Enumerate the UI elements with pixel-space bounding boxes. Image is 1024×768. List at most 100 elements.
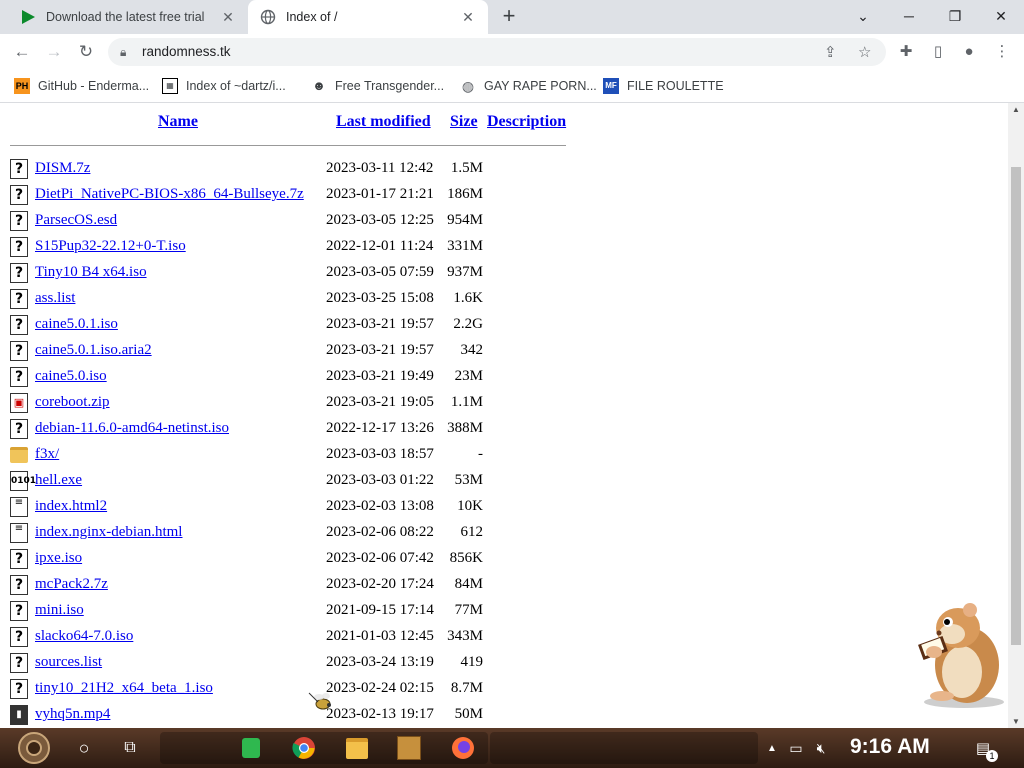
listing-row: ? Tiny10 B4 x64.iso 2023-03-05 07:59 937M — [10, 261, 610, 285]
scrollbar-thumb[interactable] — [1011, 167, 1021, 645]
extensions-icon[interactable]: ✚ — [895, 42, 917, 64]
bookmark-globe[interactable]: ◍ GAY RAPE PORN... — [460, 76, 597, 96]
file-link[interactable]: slacko64-7.0.iso — [35, 628, 133, 645]
firefox-icon[interactable] — [448, 732, 478, 764]
bookmark-github[interactable]: PH GitHub - Enderma... — [14, 76, 149, 96]
play-icon — [22, 10, 35, 24]
restore-button[interactable]: ❐ — [940, 4, 970, 28]
listing-row: ? S15Pup32-22.12+0-T.iso 2022-12-01 11:24 3… — [10, 235, 610, 259]
file-link[interactable]: index.nginx-debian.html — [35, 524, 182, 541]
taskbar-clock[interactable]: 9:16 AM — [850, 735, 930, 759]
file-link[interactable]: mini.iso — [35, 602, 84, 619]
side-panel-icon[interactable]: ▯ — [927, 42, 949, 64]
file-link[interactable]: ParsecOS.esd — [35, 212, 117, 229]
file-link[interactable]: DietPi_NativePC-BIOS-x86_64-Bullseye.7z — [35, 186, 304, 203]
chrome-icon[interactable] — [290, 732, 318, 764]
sticky-notes-icon[interactable] — [238, 732, 264, 764]
file-link[interactable]: DISM.7z — [35, 160, 90, 177]
file-link[interactable]: f3x/ — [35, 446, 59, 463]
reload-icon[interactable]: ↻ — [74, 40, 98, 64]
file-link[interactable]: caine5.0.iso — [35, 368, 107, 385]
listing-row: ? ipxe.iso 2023-02-06 07:42 856K — [10, 547, 610, 571]
unknown-file-icon: ? — [10, 159, 28, 179]
minimize-button[interactable]: ─ — [894, 4, 924, 28]
share-icon[interactable]: ⇪ — [824, 43, 837, 61]
scroll-up-arrow-icon[interactable]: ▲ — [1008, 105, 1024, 114]
taskbar-apps-area — [160, 732, 488, 764]
file-date: 2023-03-25 15:08 — [326, 290, 434, 306]
file-link[interactable]: caine5.0.1.iso — [35, 316, 118, 333]
tab-index[interactable]: Index of / ✕ — [248, 0, 488, 34]
file-date: 2021-09-15 17:14 — [326, 602, 434, 618]
file-explorer-icon[interactable] — [342, 732, 372, 764]
file-link[interactable]: coreboot.zip — [35, 394, 110, 411]
file-date: 2021-01-03 12:45 — [326, 628, 434, 644]
unknown-file-icon: ? — [10, 679, 28, 699]
profile-icon[interactable]: ● — [958, 42, 980, 64]
bookmark-file-roulette[interactable]: MF FILE ROULETTE — [603, 76, 724, 96]
search-circle-icon[interactable]: ○ — [70, 732, 98, 764]
file-link[interactable]: S15Pup32-22.12+0-T.iso — [35, 238, 186, 255]
file-link[interactable]: debian-11.6.0-amd64-netinst.iso — [35, 420, 229, 437]
close-window-button[interactable]: ✕ — [986, 4, 1016, 28]
file-link[interactable]: caine5.0.1.iso.aria2 — [35, 342, 152, 359]
scroll-down-arrow-icon[interactable]: ▼ — [1008, 717, 1024, 726]
unknown-file-icon: ? — [10, 549, 28, 569]
file-size: 2.2G — [453, 316, 483, 332]
listing-row: ≡ index.html2 2023-02-03 13:08 10K — [10, 495, 610, 519]
tab-download[interactable]: Download the latest free trial ✕ — [8, 0, 248, 34]
close-tab-icon[interactable]: ✕ — [220, 9, 236, 25]
file-link[interactable]: ipxe.iso — [35, 550, 82, 567]
sort-by-last-modified-link[interactable]: Last modified — [336, 113, 431, 131]
tab-search-icon[interactable]: ⌄ — [848, 4, 878, 28]
file-link[interactable]: vyhq5n.mp4 — [35, 706, 110, 723]
back-icon[interactable]: ← — [10, 40, 34, 64]
lock-icon[interactable]: 🔒︎ — [120, 45, 126, 60]
bookmark-index-dartz[interactable]: ▦ Index of ~dartz/i... — [162, 76, 286, 96]
task-view-icon[interactable]: ⧉ — [116, 732, 144, 764]
file-link[interactable]: index.html2 — [35, 498, 107, 515]
unknown-file-icon: ? — [10, 211, 28, 231]
binary-file-icon: 0101 — [10, 471, 36, 491]
file-link[interactable]: ass.list — [35, 290, 75, 307]
tab-title: Download the latest free trial — [46, 10, 205, 24]
file-link[interactable]: hell.exe — [35, 472, 82, 489]
game-app-icon[interactable] — [394, 732, 424, 764]
mf-icon: MF — [603, 78, 619, 94]
file-link[interactable]: sources.list — [35, 654, 102, 671]
sort-by-name-link[interactable]: Name — [158, 113, 198, 131]
url-text[interactable]: randomness.tk — [142, 44, 231, 59]
file-date: 2023-03-24 13:19 — [326, 654, 434, 670]
qr-icon: ▦ — [162, 78, 178, 94]
show-hidden-icons[interactable]: ▲ — [764, 732, 780, 764]
notifications-icon[interactable]: ▤ 1 — [972, 732, 998, 764]
page-scrollbar[interactable]: ▲ ▼ — [1008, 103, 1024, 728]
listing-row: ? ParsecOS.esd 2023-03-05 12:25 954M — [10, 209, 610, 233]
start-button[interactable] — [10, 732, 58, 764]
file-link[interactable]: tiny10_21H2_x64_beta_1.iso — [35, 680, 213, 697]
listing-row: ? caine5.0.1.iso 2023-03-21 19:57 2.2G — [10, 313, 610, 337]
sort-by-description-link[interactable]: Description — [487, 113, 566, 131]
menu-icon[interactable]: ⋮ — [991, 42, 1013, 64]
file-link[interactable]: Tiny10 B4 x64.iso — [35, 264, 147, 281]
volume-muted-icon[interactable]: 🔇︎ — [810, 732, 832, 764]
listing-row: ? DISM.7z 2023-03-11 12:42 1.5M — [10, 157, 610, 181]
unknown-file-icon: ? — [10, 419, 28, 439]
listing-row: ? mcPack2.7z 2023-02-20 17:24 84M — [10, 573, 610, 597]
close-tab-icon[interactable]: ✕ — [460, 9, 476, 25]
listing-row: 0101 hell.exe 2023-03-03 01:22 53M — [10, 469, 610, 493]
bookmark-star-icon[interactable]: ☆ — [858, 43, 871, 61]
start-gear-icon — [18, 732, 50, 764]
text-file-icon: ≡ — [10, 523, 28, 543]
unknown-file-icon: ? — [10, 367, 28, 387]
bee-cursor-icon — [308, 692, 331, 710]
bookmark-label: FILE ROULETTE — [627, 79, 724, 93]
bookmark-free-transgender[interactable]: ☻ Free Transgender... — [311, 76, 444, 96]
sort-by-size-link[interactable]: Size — [450, 113, 478, 131]
forward-icon[interactable]: → — [42, 40, 66, 64]
unknown-file-icon: ? — [10, 315, 28, 335]
address-bar[interactable]: 🔒︎ randomness.tk ⇪ ☆ — [108, 38, 886, 66]
new-tab-button[interactable]: + — [498, 5, 520, 28]
network-icon[interactable]: ▭ — [786, 732, 806, 764]
file-link[interactable]: mcPack2.7z — [35, 576, 108, 593]
